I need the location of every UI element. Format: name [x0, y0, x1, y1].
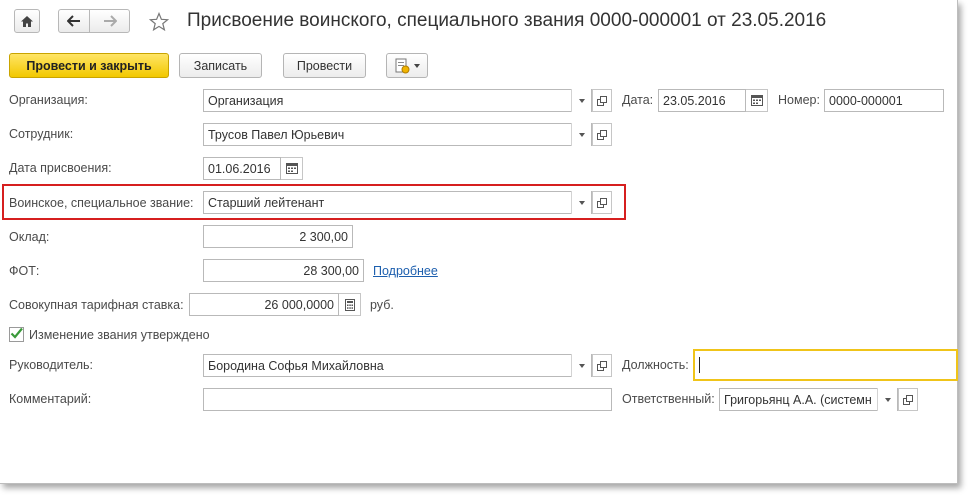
- open-window-icon: [597, 360, 607, 371]
- open-window-icon: [597, 95, 607, 106]
- rank-open-button[interactable]: [592, 191, 612, 214]
- chevron-down-icon: [578, 98, 585, 103]
- chevron-down-icon: [578, 363, 585, 368]
- responsible-open-button[interactable]: [898, 388, 918, 411]
- text-cursor: [699, 357, 700, 373]
- date-calendar-button[interactable]: [746, 89, 768, 112]
- save-button[interactable]: Записать: [179, 53, 262, 78]
- chevron-down-icon: [414, 63, 420, 68]
- fot-field[interactable]: 28 300,00: [203, 259, 364, 282]
- salary-field[interactable]: 2 300,00: [203, 225, 353, 248]
- employee-dropdown-button[interactable]: [571, 123, 591, 146]
- employee-field[interactable]: Трусов Павел Юрьевич: [203, 123, 592, 146]
- manager-label: Руководитель:: [9, 358, 94, 372]
- rank-dropdown-button[interactable]: [571, 191, 591, 214]
- calculator-icon: [344, 298, 355, 311]
- document-window: Присвоение воинского, специального звани…: [0, 0, 958, 484]
- calendar-icon: [285, 163, 298, 174]
- currency-label: руб.: [370, 298, 394, 312]
- salary-label: Оклад:: [9, 230, 50, 244]
- arrow-right-icon: [103, 15, 117, 27]
- rank-field[interactable]: Старший лейтенант: [203, 191, 592, 214]
- organization-label: Организация:: [9, 93, 88, 107]
- comment-field[interactable]: [203, 388, 612, 411]
- fot-label: ФОТ:: [9, 264, 40, 278]
- home-icon: [21, 15, 33, 27]
- assign-date-calendar-button[interactable]: [281, 157, 303, 180]
- reports-menu-button[interactable]: [386, 53, 428, 78]
- tariff-field[interactable]: 26 000,0000: [189, 293, 339, 316]
- tariff-label: Совокупная тарифная ставка:: [9, 298, 184, 312]
- comment-label: Комментарий:: [9, 392, 92, 406]
- manager-dropdown-button[interactable]: [571, 354, 591, 377]
- date-label: Дата:: [622, 93, 654, 107]
- home-button[interactable]: [14, 9, 40, 33]
- number-field[interactable]: 0000-000001: [824, 89, 944, 112]
- document-menu-icon: [395, 58, 410, 73]
- open-window-icon: [597, 197, 607, 208]
- page-title: Присвоение воинского, специального звани…: [187, 10, 827, 31]
- rank-label: Воинское, специальное звание:: [9, 196, 194, 210]
- open-window-icon: [903, 394, 913, 405]
- position-field[interactable]: [693, 349, 958, 381]
- employee-label: Сотрудник:: [9, 127, 74, 141]
- details-link[interactable]: Подробнее: [373, 264, 438, 278]
- tariff-calculator-button[interactable]: [339, 293, 361, 316]
- post-and-close-button[interactable]: Провести и закрыть: [9, 53, 169, 78]
- responsible-field[interactable]: Григорьянц А.А. (системн: [719, 388, 898, 411]
- employee-open-button[interactable]: [592, 123, 612, 146]
- assign-date-label: Дата присвоения:: [9, 161, 112, 175]
- position-label: Должность:: [622, 358, 689, 372]
- checkmark-icon: [10, 327, 23, 339]
- responsible-label: Ответственный:: [622, 392, 715, 406]
- star-icon: [149, 12, 169, 32]
- forward-button[interactable]: [89, 9, 130, 33]
- rank-change-checkbox[interactable]: [9, 327, 24, 342]
- organization-field[interactable]: Организация: [203, 89, 592, 112]
- manager-open-button[interactable]: [592, 354, 612, 377]
- post-button[interactable]: Провести: [283, 53, 366, 78]
- assign-date-field[interactable]: 01.06.2016: [203, 157, 281, 180]
- responsible-dropdown-button[interactable]: [877, 388, 897, 411]
- chevron-down-icon: [884, 397, 891, 402]
- organization-dropdown-button[interactable]: [571, 89, 591, 112]
- calendar-icon: [750, 95, 763, 106]
- number-label: Номер:: [778, 93, 820, 107]
- organization-open-button[interactable]: [592, 89, 612, 112]
- arrow-left-icon: [67, 15, 80, 27]
- chevron-down-icon: [578, 200, 585, 205]
- favorite-button[interactable]: [148, 11, 170, 33]
- manager-field[interactable]: Бородина Софья Михайловна: [203, 354, 592, 377]
- date-field[interactable]: 23.05.2016: [658, 89, 746, 112]
- rank-change-label: Изменение звания утверждено: [29, 328, 210, 342]
- chevron-down-icon: [578, 132, 585, 137]
- back-button[interactable]: [58, 9, 90, 33]
- open-window-icon: [597, 129, 607, 140]
